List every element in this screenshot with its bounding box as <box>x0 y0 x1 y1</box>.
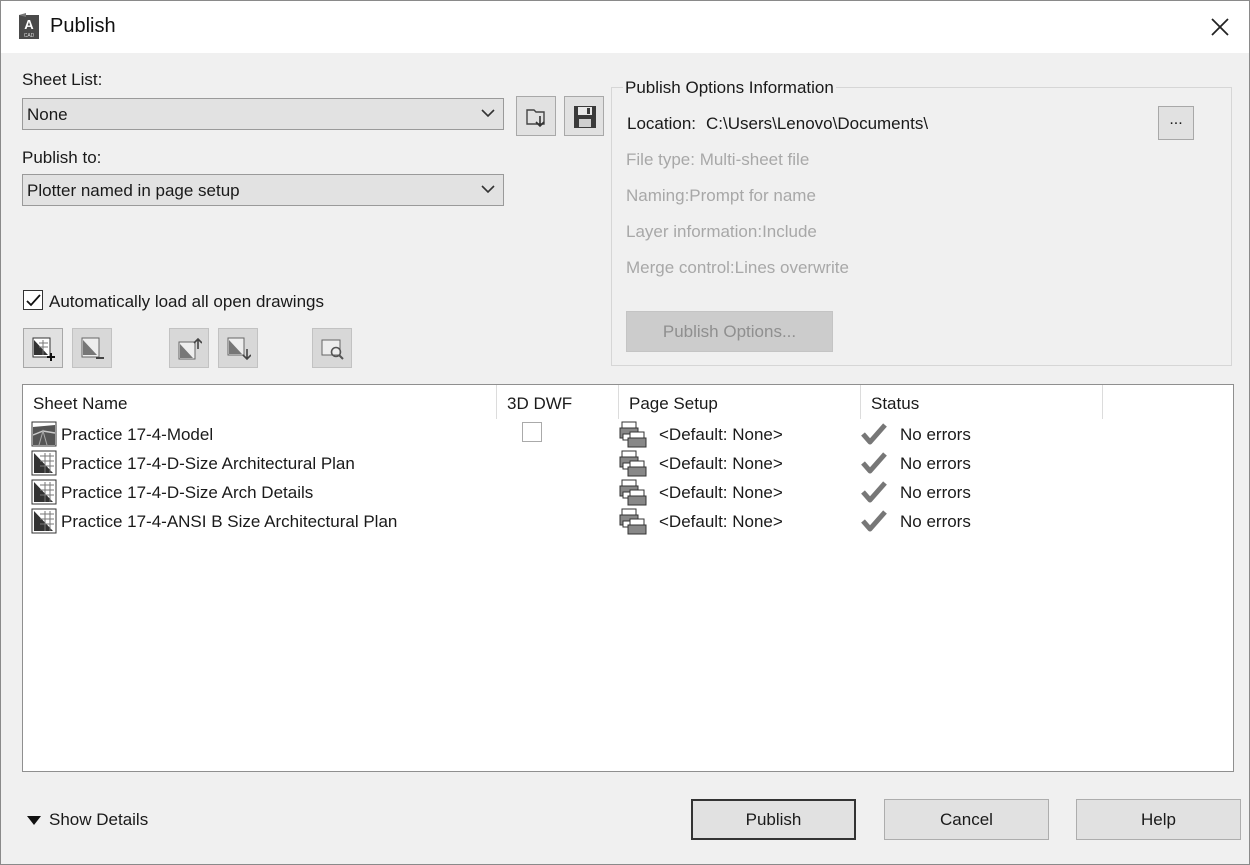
status-value: No errors <box>900 425 971 444</box>
model-sheet-icon <box>31 421 57 447</box>
browse-location-button[interactable]: ... <box>1158 106 1194 140</box>
printer-icon <box>619 421 647 448</box>
move-up-icon <box>178 337 202 360</box>
load-sheet-list-button[interactable] <box>516 96 556 136</box>
publish-options-legend: Publish Options Information <box>623 78 836 98</box>
sheet-name: Practice 17-4-D-Size Architectural Plan <box>61 454 355 473</box>
window-title: Publish <box>50 15 116 37</box>
printer-icon <box>619 479 647 506</box>
table-row[interactable]: Practice 17-4-Model <Default: None> No e… <box>23 420 1233 449</box>
status-value: No errors <box>900 454 971 473</box>
close-button[interactable] <box>1201 9 1239 45</box>
auto-load-label: Automatically load all open drawings <box>49 292 324 311</box>
layout-sheet-icon <box>31 508 57 534</box>
move-sheet-down-button[interactable] <box>218 328 258 368</box>
add-sheets-icon <box>32 337 55 361</box>
folder-open-icon <box>526 109 545 128</box>
auto-load-checkbox[interactable] <box>23 290 43 310</box>
column-header-sheet-name[interactable]: Sheet Name <box>23 385 497 419</box>
column-header-3d-dwf[interactable]: 3D DWF <box>497 385 619 419</box>
printer-icon <box>619 450 647 477</box>
page-setup-value: <Default: None> <box>659 425 783 444</box>
title-bar: A CAD Publish <box>1 1 1249 53</box>
merge-control-info: Merge control:Lines overwrite <box>626 258 849 277</box>
checkmark-icon <box>861 452 887 474</box>
svg-text:A: A <box>24 17 34 32</box>
publish-dialog: A CAD Publish Sheet List: None Publish t… <box>0 0 1250 865</box>
location-value: C:\Users\Lenovo\Documents\ <box>706 114 929 133</box>
status-value: No errors <box>900 512 971 531</box>
publish-options-button[interactable]: Publish Options... <box>626 311 833 352</box>
autocad-app-icon: A CAD <box>19 13 39 39</box>
3d-dwf-checkbox[interactable] <box>522 422 542 442</box>
preview-icon <box>321 339 344 360</box>
publish-button[interactable]: Publish <box>691 799 856 840</box>
sheet-table: Sheet Name 3D DWF Page Setup Status Prac… <box>22 384 1234 772</box>
checkmark-icon <box>861 510 887 532</box>
publish-to-label: Publish to: <box>22 148 102 167</box>
sheet-name: Practice 17-4-Model <box>61 425 214 444</box>
show-details-toggle[interactable]: Show Details <box>25 810 148 830</box>
column-header-status[interactable]: Status <box>861 385 1103 419</box>
layer-info: Layer information:Include <box>626 222 817 241</box>
printer-icon <box>619 508 647 535</box>
chevron-down-icon <box>481 185 495 194</box>
table-row[interactable]: Practice 17-4-ANSI B Size Architectural … <box>23 507 1233 536</box>
page-setup-value: <Default: None> <box>659 512 783 531</box>
location-label: Location: <box>627 114 696 133</box>
cancel-button[interactable]: Cancel <box>884 799 1049 840</box>
status-value: No errors <box>900 483 971 502</box>
remove-sheets-button[interactable] <box>72 328 112 368</box>
table-row[interactable]: Practice 17-4-D-Size Arch Details <Defau… <box>23 478 1233 507</box>
layout-sheet-icon <box>31 479 57 505</box>
page-setup-value: <Default: None> <box>659 454 783 473</box>
remove-sheets-icon <box>81 337 104 359</box>
layout-sheet-icon <box>31 450 57 476</box>
file-type-info: File type: Multi-sheet file <box>626 150 810 169</box>
page-setup-value: <Default: None> <box>659 483 783 502</box>
sheet-list-value: None <box>27 105 68 124</box>
preview-button[interactable] <box>312 328 352 368</box>
close-icon <box>1211 18 1229 36</box>
save-disk-icon <box>574 106 596 128</box>
sheet-list-dropdown[interactable]: None <box>22 98 504 130</box>
column-header-page-setup[interactable]: Page Setup <box>619 385 861 419</box>
chevron-down-icon <box>481 109 495 118</box>
publish-to-value: Plotter named in page setup <box>27 181 240 200</box>
checkmark-icon <box>861 423 887 445</box>
move-down-icon <box>227 337 251 361</box>
sheet-name: Practice 17-4-ANSI B Size Architectural … <box>61 512 398 531</box>
naming-info: Naming:Prompt for name <box>626 186 816 205</box>
table-row[interactable]: Practice 17-4-D-Size Architectural Plan … <box>23 449 1233 478</box>
move-sheet-up-button[interactable] <box>169 328 209 368</box>
svg-text:CAD: CAD <box>24 33 35 39</box>
checkmark-icon <box>861 481 887 503</box>
help-button[interactable]: Help <box>1076 799 1241 840</box>
sheet-name: Practice 17-4-D-Size Arch Details <box>61 483 314 502</box>
add-sheets-button[interactable] <box>23 328 63 368</box>
publish-to-dropdown[interactable]: Plotter named in page setup <box>22 174 504 206</box>
sheet-list-label: Sheet List: <box>22 70 103 89</box>
checkmark-icon <box>26 294 41 307</box>
save-sheet-list-button[interactable] <box>564 96 604 136</box>
